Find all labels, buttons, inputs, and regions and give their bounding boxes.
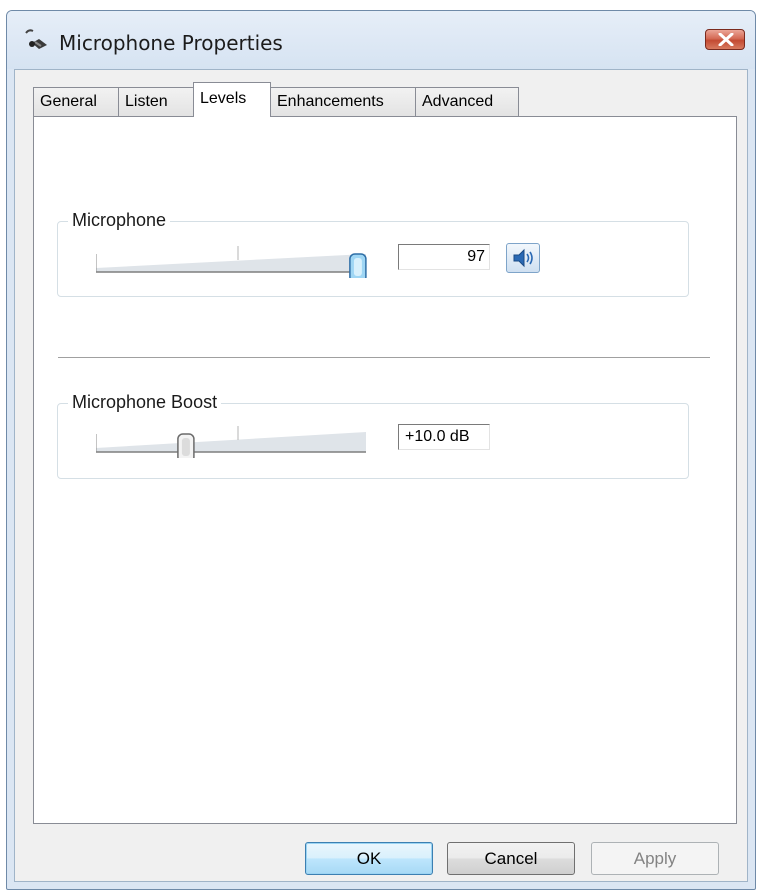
- microphone-group-label: Microphone: [68, 210, 171, 231]
- tab-advanced[interactable]: Advanced: [415, 87, 519, 116]
- microphone-boost-group: Microphone Boost +10.0 dB: [57, 392, 689, 479]
- cancel-button[interactable]: Cancel: [447, 842, 575, 875]
- boost-slider-thumb[interactable]: [177, 433, 195, 458]
- dialog-client-area: General Listen Levels Enhancements Advan…: [14, 69, 748, 882]
- microphone-level-slider[interactable]: [96, 232, 381, 278]
- microphone-slider-thumb[interactable]: [349, 253, 367, 278]
- levels-tab-page: Microphone 97 Microphone Boost +10.0 dB: [33, 116, 737, 824]
- tab-listen[interactable]: Listen: [118, 87, 194, 116]
- microphone-boost-group-label: Microphone Boost: [68, 392, 222, 413]
- title-bar[interactable]: Microphone Properties: [7, 11, 755, 69]
- microphone-level-value[interactable]: 97: [398, 244, 490, 270]
- tab-enhancements[interactable]: Enhancements: [270, 87, 416, 116]
- microphone-group: Microphone 97: [57, 210, 689, 297]
- apply-button[interactable]: Apply: [591, 842, 719, 875]
- microphone-icon: [23, 27, 51, 53]
- tab-general[interactable]: General: [33, 87, 119, 116]
- dialog-window: Microphone Properties General Listen Lev…: [6, 10, 756, 890]
- microphone-boost-slider[interactable]: [96, 412, 381, 458]
- close-icon: [718, 33, 734, 46]
- window-title: Microphone Properties: [59, 31, 283, 55]
- ok-button[interactable]: OK: [305, 842, 433, 875]
- microphone-boost-text: +10.0 dB: [405, 428, 470, 445]
- microphone-level-text: 97: [467, 248, 485, 265]
- group-separator: [58, 357, 710, 358]
- microphone-boost-value[interactable]: +10.0 dB: [398, 424, 490, 450]
- close-button[interactable]: [705, 29, 745, 50]
- mute-toggle-button[interactable]: [506, 243, 540, 273]
- tab-levels[interactable]: Levels: [193, 82, 271, 117]
- speaker-icon: [513, 248, 533, 268]
